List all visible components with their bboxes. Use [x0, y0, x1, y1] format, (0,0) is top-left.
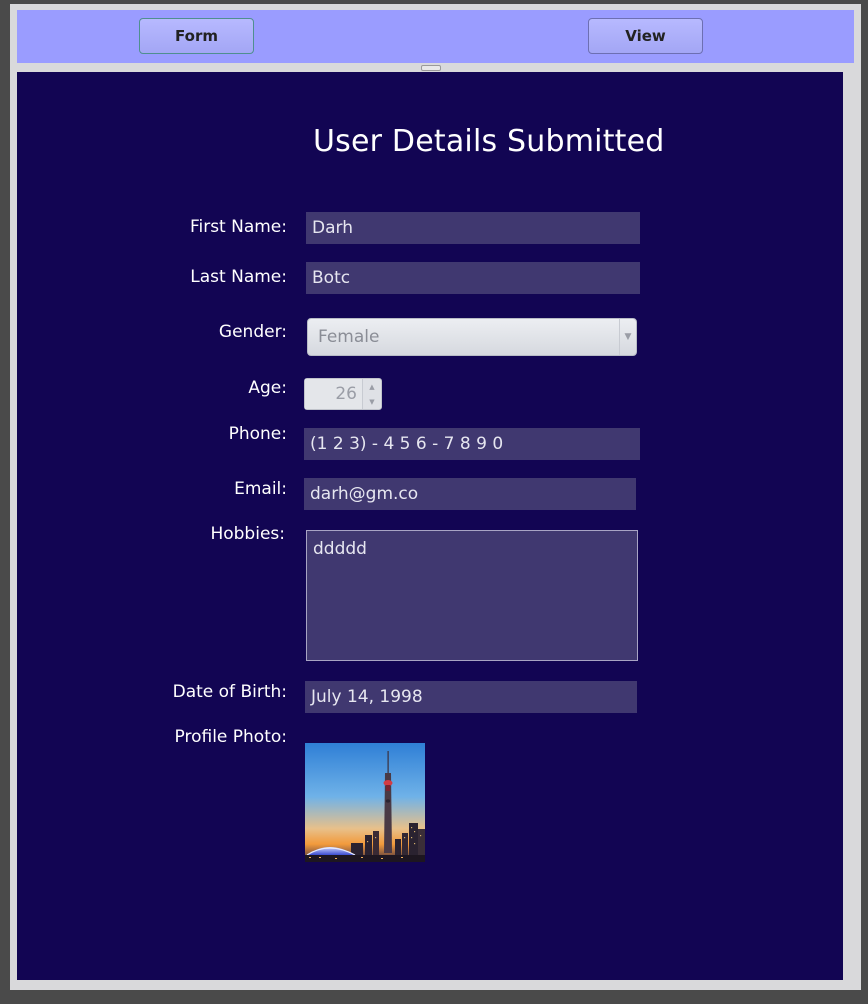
phone-field[interactable]: (1 2 3) - 4 5 6 - 7 8 9 0 [304, 428, 640, 460]
toolbar: Form View [17, 10, 854, 63]
gender-select[interactable]: Female ▼ [307, 318, 637, 356]
spinner-down-icon[interactable]: ▼ [363, 394, 381, 409]
first-name-label: First Name: [189, 217, 287, 237]
divider-grip-icon[interactable] [421, 65, 441, 71]
dob-field[interactable]: July 14, 1998 [305, 681, 637, 713]
spinner-buttons: ▲ ▼ [362, 379, 381, 409]
dob-label: Date of Birth: [172, 682, 287, 702]
hobbies-label: Hobbies: [210, 524, 285, 544]
form-button[interactable]: Form [139, 18, 254, 54]
email-label: Email: [234, 479, 287, 499]
gender-value: Female [318, 327, 380, 347]
details-panel: User Details Submitted First Name: Darh … [17, 72, 843, 980]
page-title: User Details Submitted [313, 124, 665, 159]
split-divider[interactable] [17, 63, 854, 72]
first-name-field[interactable]: Darh [306, 212, 640, 244]
last-name-label: Last Name: [190, 267, 287, 287]
hobbies-textarea[interactable]: ddddd [306, 530, 638, 661]
last-name-field[interactable]: Botc [306, 262, 640, 294]
age-label: Age: [248, 378, 287, 398]
age-value[interactable]: 26 [305, 379, 363, 409]
app-window: Form View User Details Submitted First N… [10, 4, 861, 990]
gender-label: Gender: [218, 322, 287, 342]
age-spinner[interactable]: 26 ▲ ▼ [304, 378, 382, 410]
phone-label: Phone: [228, 424, 287, 444]
spinner-up-icon[interactable]: ▲ [363, 379, 381, 394]
chevron-down-icon[interactable]: ▼ [619, 319, 636, 355]
email-field[interactable]: darh@gm.co [304, 478, 636, 510]
profile-photo-label: Profile Photo: [174, 727, 287, 747]
profile-photo [305, 743, 425, 862]
view-button[interactable]: View [588, 18, 703, 54]
